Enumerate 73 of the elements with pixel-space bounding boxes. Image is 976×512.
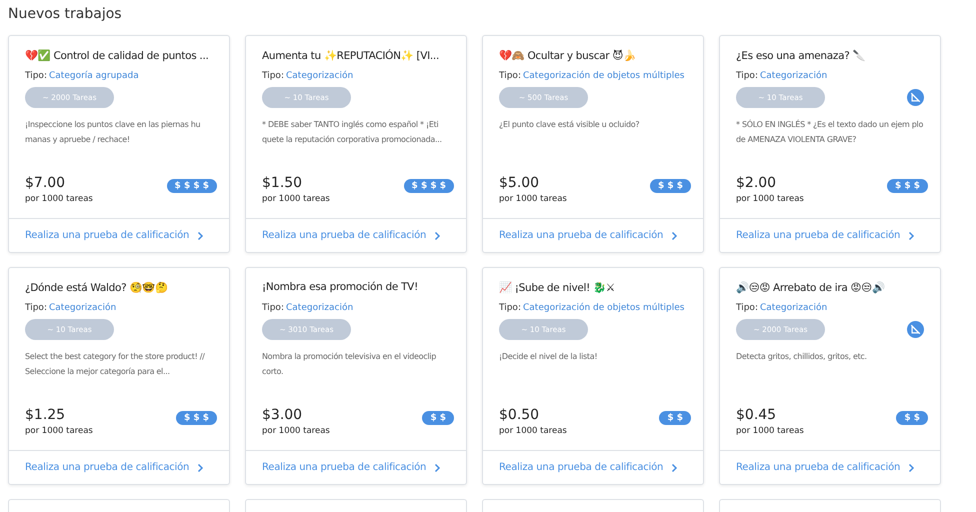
pay-level-badge: $ $ $: [886, 179, 928, 193]
price-unit: por 1000 tareas: [25, 194, 93, 204]
job-title: Aumenta tu ✨REPUTACIÓN✨ [VI...: [262, 49, 440, 64]
qualification-link[interactable]: Realiza una prueba de calificación: [246, 218, 466, 252]
job-title: 💔✅ Control de calidad de puntos ...: [25, 49, 210, 64]
job-title: ¿Dónde está Waldo? 🧐🤓🤔: [25, 281, 168, 296]
chevron-right-icon: [197, 230, 204, 240]
chevron-right-icon: [671, 230, 678, 240]
pay-level-badge: $ $: [659, 411, 691, 425]
qualification-link[interactable]: Realiza una prueba de calificación: [720, 218, 940, 252]
type-link[interactable]: Categorización: [286, 303, 354, 313]
pay-level-badge: $ $: [896, 411, 928, 425]
price: $0.50: [499, 407, 540, 423]
price: $1.50: [262, 175, 304, 191]
qualification-link[interactable]: Realiza una prueba de calificación: [720, 450, 940, 484]
price-unit: por 1000 tareas: [25, 426, 93, 436]
chevron-right-icon: [908, 230, 916, 240]
job-title: 🔊😒😡 Arrebato de ira 😡😒🔊: [736, 281, 886, 296]
pay-level-badge: $ $ $: [650, 179, 691, 193]
type-link[interactable]: Categorización de objetos múltiples: [522, 303, 684, 313]
type-link[interactable]: Categorización de objetos múltiples: [522, 71, 684, 81]
job-description: ¡Inspeccione los puntos clave en las piernas hu manas y apruebe / rechace!: [25, 119, 202, 146]
job-description: * SÓLO EN INGLÉS * ¿Es el texto dado un ejem plo de AMENAZA VIOLENTA GRAVE?: [736, 118, 924, 146]
job-description: * DEBE saber TANTO inglés como español * ¡Eti quete la reputación corporativa promocionada...: [262, 119, 443, 146]
qualification-link[interactable]: Realiza una prueba de calificación: [483, 218, 703, 252]
type-label: Tipo:: [736, 71, 758, 81]
price: $1.25: [25, 407, 66, 423]
price-unit: por 1000 tareas: [736, 426, 804, 436]
type-label: Tipo:: [499, 303, 521, 313]
price-unit: por 1000 tareas: [499, 426, 567, 436]
price: $5.00: [499, 175, 540, 191]
pay-level-badge: $ $ $ $: [166, 179, 217, 193]
price-unit: por 1000 tareas: [262, 426, 330, 436]
chevron-right-icon: [197, 462, 204, 472]
qualification-link[interactable]: Realiza una prueba de calificación: [246, 450, 466, 484]
pay-level-badge: $ $ $ $: [404, 179, 454, 193]
type-link[interactable]: Categorización: [286, 71, 354, 81]
qualification-link[interactable]: Realiza una prueba de calificación: [9, 450, 229, 484]
chevron-right-icon: [671, 462, 678, 472]
type-label: Tipo:: [25, 71, 47, 81]
job-description: Nombra la promoción televisiva en el videoclip corto.: [262, 351, 437, 378]
job-description: ¡Decide el nivel de la lista!: [499, 351, 598, 363]
section-heading: Nuevos trabajos: [8, 6, 123, 22]
chevron-right-icon: [434, 230, 442, 240]
price: $3.00: [262, 407, 304, 423]
type-label: Tipo:: [25, 303, 47, 313]
type-label: Tipo:: [262, 71, 284, 81]
price-unit: por 1000 tareas: [736, 194, 804, 204]
chevron-right-icon: [434, 462, 442, 472]
type-label: Tipo:: [736, 303, 758, 313]
price-unit: por 1000 tareas: [499, 194, 567, 204]
pay-level-badge: $ $ $: [176, 411, 217, 425]
job-description: ¿El punto clave está visible u ocluido?: [499, 119, 640, 131]
job-title: ¿Es eso una amenaza? 🔪: [736, 49, 866, 64]
type-label: Tipo:: [499, 71, 521, 81]
type-link[interactable]: Categorización: [48, 303, 116, 313]
job-title: 📈 ¡Sube de nivel! 🐉⚔: [499, 281, 616, 296]
type-link[interactable]: Categoría agrupada: [48, 71, 139, 81]
qualification-link[interactable]: Realiza una prueba de calificación: [483, 450, 703, 484]
price: $2.00: [736, 175, 778, 191]
pay-level-badge: $ $: [422, 411, 454, 425]
price: $7.00: [25, 175, 66, 191]
job-description: Detecta gritos, chillidos, gritos, etc.: [736, 351, 868, 363]
qualification-link[interactable]: Realiza una prueba de calificación: [9, 218, 229, 252]
type-link[interactable]: Categorización: [760, 303, 828, 313]
job-description: Select the best category for the store product! // Seleccione la mejor categoría para el...: [25, 351, 206, 378]
type-link[interactable]: Categorización: [760, 71, 828, 81]
type-label: Tipo:: [262, 303, 284, 313]
price-unit: por 1000 tareas: [262, 194, 330, 204]
job-title: 💔🙈 Ocultar y buscar 😈🍌: [499, 49, 637, 64]
price: $0.45: [736, 407, 778, 423]
job-title: ¡Nombra esa promoción de TV!: [262, 281, 419, 295]
chevron-right-icon: [908, 462, 916, 472]
